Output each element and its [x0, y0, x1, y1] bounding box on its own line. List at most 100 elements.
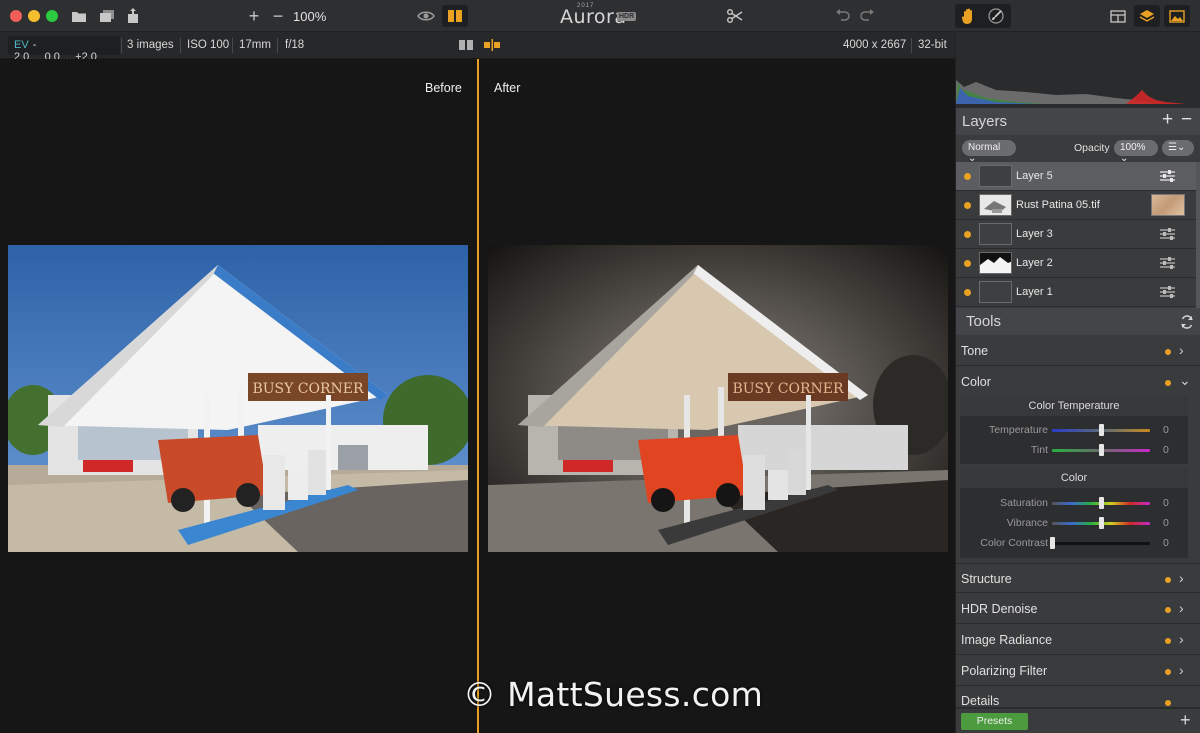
brush-tool-icon[interactable] [986, 6, 1006, 26]
aperture-value: f/18 [285, 39, 305, 51]
color-contrast-slider-knob[interactable] [1050, 537, 1055, 549]
tool-active-dot[interactable] [1165, 380, 1171, 386]
tint-slider-knob[interactable] [1099, 444, 1104, 456]
ev-range-display[interactable]: EV -2.0.....0.0.....+2.0 [8, 36, 120, 63]
tool-section-structure[interactable]: Structure › [956, 563, 1200, 593]
layer-visibility-dot[interactable] [964, 231, 971, 238]
layers-scrollbar[interactable] [1196, 162, 1200, 310]
tool-section-color[interactable]: Color ⌄ [956, 367, 1200, 398]
opacity-label: Opacity [1074, 142, 1110, 154]
focal-length: 17mm [239, 39, 271, 51]
layers-header: Layers + − [956, 108, 1200, 135]
zoom-level[interactable]: 100% [293, 9, 326, 24]
tool-active-dot[interactable] [1165, 700, 1171, 706]
tool-section-polarizing-filter[interactable]: Polarizing Filter › [956, 656, 1200, 686]
layout-icon[interactable] [1108, 6, 1128, 26]
add-layer-button[interactable]: + [1162, 109, 1173, 131]
adjustments-icon[interactable] [1159, 169, 1176, 183]
chevron-right-icon[interactable]: › [1179, 631, 1184, 647]
minimize-window-button[interactable] [28, 10, 40, 22]
tools-title: Tools [966, 313, 1002, 330]
slider-value[interactable]: 0 [1163, 517, 1169, 529]
title-bar: + − 100% 2017 Aurora HDR [0, 0, 1200, 32]
divider [277, 38, 278, 53]
slider-value[interactable]: 0 [1163, 537, 1169, 549]
tool-active-dot[interactable] [1165, 669, 1171, 675]
compare-side-icon[interactable] [457, 35, 475, 55]
image-dimensions: 4000 x 2667 [843, 39, 907, 51]
image-count: 3 images [127, 39, 174, 51]
layer-visibility-dot[interactable] [964, 260, 971, 267]
layer-visibility-dot[interactable] [964, 173, 971, 180]
layer-visibility-dot[interactable] [964, 202, 971, 209]
tool-section-label: Tone [961, 344, 989, 358]
slider-value[interactable]: 0 [1163, 497, 1169, 509]
close-window-button[interactable] [10, 10, 22, 22]
layer-row-5[interactable]: Layer 5 [956, 162, 1196, 191]
layer-visibility-dot[interactable] [964, 289, 971, 296]
tool-active-dot[interactable] [1165, 349, 1171, 355]
image-icon[interactable] [1164, 5, 1190, 27]
eye-icon[interactable] [416, 6, 436, 26]
color-contrast-slider[interactable] [1052, 542, 1150, 545]
layer-row-2[interactable]: Layer 2 [956, 249, 1196, 278]
crop-icon[interactable] [726, 6, 744, 26]
refresh-icon[interactable] [1180, 315, 1194, 329]
temperature-slider-knob[interactable] [1099, 424, 1104, 436]
add-preset-button[interactable]: + [1180, 710, 1191, 731]
slider-value[interactable]: 0 [1163, 444, 1169, 456]
opacity-value: 100% [1120, 142, 1146, 153]
blend-mode-select[interactable]: Normal ⌄ [962, 140, 1016, 164]
layer-row-3[interactable]: Layer 3 [956, 220, 1196, 249]
zoom-window-button[interactable] [46, 10, 58, 22]
adjustments-icon[interactable] [1159, 256, 1176, 270]
remove-layer-button[interactable]: − [1181, 109, 1192, 131]
tool-active-dot[interactable] [1165, 577, 1171, 583]
stack-icon[interactable] [98, 6, 116, 26]
layers-icon[interactable] [1134, 5, 1160, 27]
layer-row-1[interactable]: Layer 1 [956, 278, 1196, 307]
sign-text: BUSY CORNER [732, 381, 844, 397]
tool-section-label: Polarizing Filter [961, 664, 1048, 678]
texture-thumbnail [1151, 194, 1185, 216]
saturation-slider-knob[interactable] [1099, 497, 1104, 509]
redo-icon[interactable] [858, 6, 876, 26]
list-icon: ☰ [1168, 142, 1177, 153]
tool-section-details[interactable]: Details [956, 687, 1200, 708]
split-view-icon[interactable] [442, 5, 468, 27]
chevron-down-icon: ⌄ [1176, 142, 1186, 153]
color-temperature-panel: Color Temperature Temperature 0 Tint 0 [960, 396, 1188, 464]
tool-section-hdr-denoise[interactable]: HDR Denoise › [956, 594, 1200, 624]
tool-section-image-radiance[interactable]: Image Radiance › [956, 625, 1200, 655]
zoom-in-icon[interactable]: + [246, 6, 262, 26]
chevron-right-icon[interactable]: › [1179, 600, 1184, 616]
vibrance-slider-knob[interactable] [1099, 517, 1104, 529]
image-canvas[interactable]: Before After BUSY CORNER BUSY CORNER © M… [0, 59, 955, 733]
layer-row-rust-patina[interactable]: Rust Patina 05.tif [956, 191, 1196, 220]
chevron-right-icon[interactable]: › [1179, 570, 1184, 586]
compare-split-icon[interactable] [482, 35, 502, 55]
layer-menu-button[interactable]: ☰⌄ [1162, 140, 1194, 156]
zoom-out-icon[interactable]: − [270, 6, 286, 26]
tool-active-dot[interactable] [1165, 638, 1171, 644]
adjustments-icon[interactable] [1159, 227, 1176, 241]
tool-section-label: Structure [961, 572, 1012, 586]
slider-value[interactable]: 0 [1163, 424, 1169, 436]
tool-section-label: Color [961, 375, 991, 389]
adjustments-icon[interactable] [1159, 285, 1176, 299]
layers-title: Layers [962, 113, 1008, 130]
undo-icon[interactable] [834, 6, 852, 26]
copyright-watermark: © MattSuess.com [463, 675, 764, 714]
export-icon[interactable] [124, 6, 142, 26]
hand-tool-icon[interactable] [959, 6, 979, 26]
presets-button[interactable]: Presets [961, 713, 1028, 730]
tool-section-tone[interactable]: Tone › [956, 336, 1200, 366]
tool-active-dot[interactable] [1165, 607, 1171, 613]
chevron-right-icon[interactable]: › [1179, 342, 1184, 358]
folder-icon[interactable] [70, 6, 88, 26]
before-after-divider[interactable] [477, 59, 479, 733]
chevron-right-icon[interactable]: › [1179, 662, 1184, 678]
bit-depth: 32-bit [918, 39, 947, 51]
opacity-select[interactable]: 100% ⌄ [1114, 140, 1158, 164]
chevron-down-icon[interactable]: ⌄ [1179, 372, 1191, 389]
